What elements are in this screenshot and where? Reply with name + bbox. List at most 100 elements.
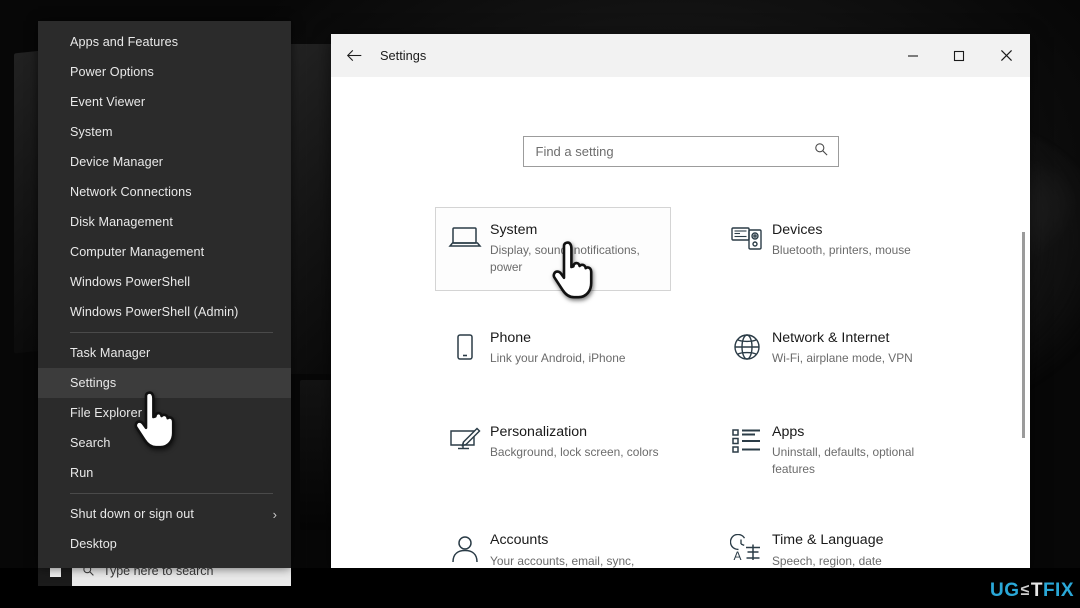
menu-item-network-connections[interactable]: Network Connections	[38, 177, 291, 207]
watermark-part-b: FIX	[1042, 580, 1074, 601]
apps-list-icon	[730, 424, 772, 464]
menu-item-label: Event Viewer	[70, 95, 146, 109]
menu-item-label: Network Connections	[70, 185, 192, 199]
phone-icon	[448, 330, 490, 370]
settings-titlebar: Settings	[331, 34, 1030, 77]
svg-text:A: A	[734, 549, 742, 563]
menu-item-search[interactable]: Search	[38, 428, 291, 458]
globe-icon	[730, 330, 772, 370]
menu-item-label: Windows PowerShell	[70, 275, 191, 289]
settings-tile-grid: System Display, sound, notifications, pow…	[435, 207, 955, 568]
settings-tile-subtitle: Background, lock screen, colors	[490, 445, 659, 460]
menu-item-disk-management[interactable]: Disk Management	[38, 207, 291, 237]
settings-window[interactable]: Settings Find a setting System Display, …	[331, 34, 1030, 568]
menu-item-desktop[interactable]: Desktop	[38, 529, 291, 559]
settings-tile-text: System Display, sound, notifications, pow…	[490, 222, 660, 276]
window-title: Settings	[380, 48, 427, 63]
menu-item-computer-management[interactable]: Computer Management	[38, 237, 291, 267]
chevron-right-icon: ›	[272, 506, 277, 522]
settings-tile-title: Phone	[490, 330, 532, 347]
menu-item-power-options[interactable]: Power Options	[38, 57, 291, 87]
settings-tile-accounts[interactable]: Accounts Your accounts, email, sync, work…	[435, 517, 671, 568]
settings-tile-subtitle: Wi-Fi, airplane mode, VPN	[772, 351, 913, 366]
menu-item-label: Settings	[70, 376, 117, 390]
devices-icon	[730, 222, 772, 262]
menu-item-label: System	[70, 125, 113, 139]
menu-item-event-viewer[interactable]: Event Viewer	[38, 87, 291, 117]
back-arrow-icon[interactable]	[331, 34, 377, 77]
settings-tile-apps[interactable]: Apps Uninstall, defaults, optional featur…	[717, 409, 953, 493]
menu-separator	[70, 493, 273, 494]
settings-tile-title: Personalization	[490, 424, 588, 441]
settings-tile-title: Network & Internet	[772, 330, 890, 347]
menu-item-label: Desktop	[70, 537, 117, 551]
settings-tile-subtitle: Speech, region, date	[772, 553, 882, 568]
settings-tile-personalization[interactable]: Personalization Background, lock screen, …	[435, 409, 671, 493]
menu-item-windows-powershell[interactable]: Windows PowerShell	[38, 267, 291, 297]
menu-item-label: Power Options	[70, 65, 154, 79]
menu-item-label: Disk Management	[70, 215, 173, 229]
settings-tile-system[interactable]: System Display, sound, notifications, pow…	[435, 207, 671, 292]
menu-item-file-explorer[interactable]: File Explorer	[38, 398, 291, 428]
close-button[interactable]	[982, 34, 1030, 77]
menu-item-label: Apps and Features	[70, 35, 179, 49]
settings-tile-title: Time & Language	[772, 532, 884, 549]
settings-tile-time-language[interactable]: A Time & Language Speech, region, date	[717, 517, 953, 568]
settings-tile-title: Accounts	[490, 532, 549, 549]
person-icon	[448, 532, 490, 568]
winx-quick-link-menu[interactable]: Apps and Features Power Options Event View…	[38, 21, 291, 568]
settings-tile-network-internet[interactable]: Network & Internet Wi-Fi, airplane mode, …	[717, 315, 953, 385]
settings-tile-subtitle: Bluetooth, printers, mouse	[772, 243, 911, 258]
settings-tile-text: Personalization Background, lock screen, …	[490, 424, 659, 461]
settings-tile-text: Phone Link your Android, iPhone	[490, 330, 626, 367]
settings-tile-title: Apps	[772, 424, 805, 441]
settings-tile-subtitle: Your accounts, email, sync, work, family	[490, 553, 635, 568]
personalization-brush-icon	[448, 424, 490, 464]
settings-tile-phone[interactable]: Phone Link your Android, iPhone	[435, 315, 671, 385]
settings-tile-title: System	[490, 222, 538, 238]
menu-item-label: Device Manager	[70, 155, 164, 169]
menu-item-apps-and-features[interactable]: Apps and Features	[38, 27, 291, 57]
search-area: Find a setting	[331, 77, 1030, 167]
maximize-button[interactable]	[936, 34, 982, 77]
menu-item-label: Computer Management	[70, 245, 205, 259]
menu-item-task-manager[interactable]: Task Manager	[38, 338, 291, 368]
settings-content: Find a setting System Display, sound, not…	[331, 77, 1030, 568]
site-watermark: UG ≤ T FIX	[990, 580, 1074, 602]
menu-item-run[interactable]: Run	[38, 458, 291, 488]
laptop-icon	[448, 222, 490, 262]
search-icon[interactable]	[814, 142, 829, 162]
settings-tile-subtitle: Uninstall, defaults, optional features	[772, 445, 915, 477]
menu-item-device-manager[interactable]: Device Manager	[38, 147, 291, 177]
menu-item-windows-powershell-admin[interactable]: Windows PowerShell (Admin)	[38, 297, 291, 327]
watermark-part-a: UG	[990, 580, 1020, 601]
minimize-button[interactable]	[890, 34, 936, 77]
menu-item-label: File Explorer	[70, 406, 142, 420]
menu-item-shut-down-or-sign-out[interactable]: Shut down or sign out ›	[38, 499, 291, 529]
watermark-part-t: T	[1030, 580, 1043, 601]
menu-item-label: Windows PowerShell (Admin)	[70, 305, 239, 319]
screen-root: Type here to search Apps and Features Pow…	[0, 0, 1080, 608]
menu-item-system[interactable]: System	[38, 117, 291, 147]
window-controls	[890, 34, 1030, 77]
menu-item-label: Task Manager	[70, 346, 151, 360]
menu-item-settings[interactable]: Settings	[38, 368, 291, 398]
clock-language-icon: A	[730, 532, 772, 568]
search-input[interactable]: Find a setting	[522, 136, 839, 167]
settings-tile-devices[interactable]: Devices Bluetooth, printers, mouse	[717, 207, 953, 291]
settings-tile-subtitle: Link your Android, iPhone	[490, 351, 626, 366]
settings-tile-text: Devices Bluetooth, printers, mouse	[772, 222, 911, 259]
watermark-part-e: ≤	[1020, 582, 1030, 599]
menu-separator	[70, 332, 273, 333]
settings-tile-subtitle: Display, sound, notifications, power	[490, 243, 640, 275]
settings-tile-title: Devices	[772, 222, 823, 238]
settings-tile-text: Time & Language Speech, region, date	[772, 532, 883, 568]
menu-item-label: Run	[70, 466, 94, 480]
vertical-scrollbar[interactable]	[1022, 232, 1025, 438]
search-placeholder: Find a setting	[535, 144, 614, 159]
settings-tile-text: Accounts Your accounts, email, sync, work…	[490, 532, 660, 568]
settings-tile-text: Network & Internet Wi-Fi, airplane mode, …	[772, 330, 913, 367]
menu-item-label: Shut down or sign out	[70, 507, 194, 521]
settings-tile-text: Apps Uninstall, defaults, optional featur…	[772, 424, 942, 478]
menu-item-label: Search	[70, 436, 111, 450]
